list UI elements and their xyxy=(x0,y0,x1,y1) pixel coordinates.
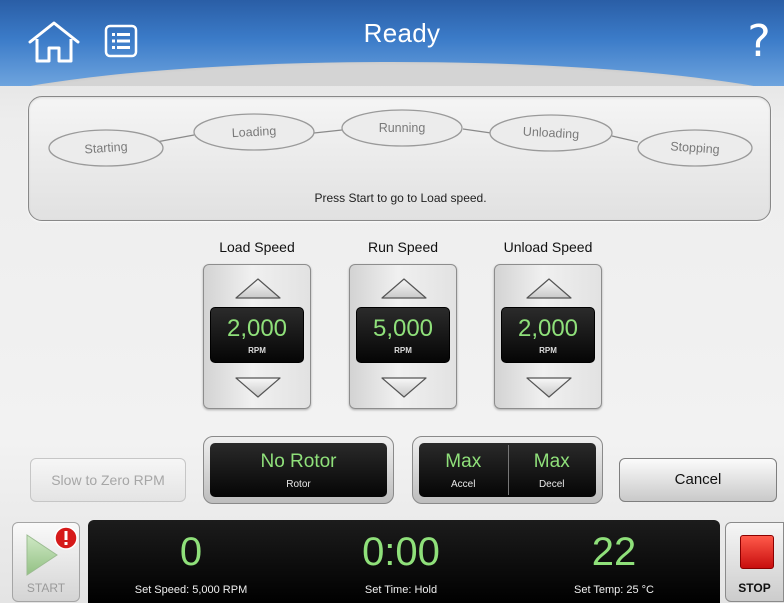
run-speed-unit: RPM xyxy=(394,346,412,355)
run-stage-panel: Starting Loading Running Unloading Stopp… xyxy=(28,96,771,221)
arrow-up-icon xyxy=(381,278,427,299)
rotor-label: Rotor xyxy=(286,479,311,490)
cancel-button[interactable]: Cancel xyxy=(619,458,777,502)
svg-text:Loading: Loading xyxy=(231,124,276,140)
load-speed-value: 2,000 xyxy=(226,315,288,342)
stop-label: STOP xyxy=(738,581,771,595)
current-temp-value: 22 xyxy=(591,530,637,574)
run-speed-decrease-button[interactable] xyxy=(380,375,428,399)
accel-button[interactable]: Max Accel xyxy=(419,443,508,497)
unload-speed-control: 2,000 RPM xyxy=(494,264,602,409)
stage-stopping: Stopping xyxy=(637,129,753,167)
stop-button[interactable]: STOP xyxy=(725,522,784,602)
run-speed-display[interactable]: 5,000 RPM xyxy=(356,307,450,363)
accel-value: Max xyxy=(445,451,482,472)
load-speed-increase-button[interactable] xyxy=(234,277,282,301)
load-speed-label: Load Speed xyxy=(219,239,295,255)
svg-text:Running: Running xyxy=(379,121,426,135)
accel-decel-frame: Max Accel Max Decel xyxy=(412,436,603,504)
accel-decel-panel: Max Accel Max Decel xyxy=(419,443,596,497)
decel-button[interactable]: Max Decel xyxy=(508,443,597,497)
rotor-button[interactable]: No Rotor Rotor xyxy=(210,443,387,497)
help-button[interactable]: ? xyxy=(742,16,776,68)
start-label: START xyxy=(26,581,66,595)
accel-label: Accel xyxy=(451,479,476,490)
start-button[interactable]: START xyxy=(12,522,80,602)
stop-icon xyxy=(740,535,774,569)
home-icon xyxy=(28,21,80,63)
set-temp-label: Set Temp: 25 °C xyxy=(573,584,654,596)
run-speed-label: Run Speed xyxy=(367,239,439,255)
load-speed-unit: RPM xyxy=(248,346,266,355)
load-speed-display[interactable]: 2,000 RPM xyxy=(210,307,304,363)
run-speed-value: 5,000 xyxy=(372,315,434,342)
stage-hint-text: Press Start to go to Load speed. xyxy=(314,191,487,205)
header-curve xyxy=(0,62,784,86)
decel-label: Decel xyxy=(538,479,565,490)
arrow-down-icon xyxy=(526,377,572,398)
stage-starting: Starting xyxy=(48,129,164,167)
arrow-up-icon xyxy=(526,278,572,299)
svg-text:Unloading: Unloading xyxy=(523,125,580,142)
load-speed-control: 2,000 RPM xyxy=(203,264,311,409)
stage-diagram: Starting Loading Running Unloading Stopp… xyxy=(48,109,753,167)
page-title: Ready xyxy=(363,18,441,48)
stage-running: Running xyxy=(341,109,463,147)
arrow-up-icon xyxy=(235,278,281,299)
home-button[interactable] xyxy=(26,20,82,64)
help-icon: ? xyxy=(747,16,771,67)
menu-button[interactable] xyxy=(104,24,138,58)
unload-speed-value: 2,000 xyxy=(517,315,579,342)
arrow-down-icon xyxy=(381,377,427,398)
unload-speed-decrease-button[interactable] xyxy=(525,375,573,399)
rotor-button-frame: No Rotor Rotor xyxy=(203,436,394,504)
decel-value: Max xyxy=(533,451,570,472)
list-icon xyxy=(104,24,138,58)
unload-speed-display[interactable]: 2,000 RPM xyxy=(501,307,595,363)
slow-to-zero-button[interactable]: Slow to Zero RPM xyxy=(30,458,186,502)
run-speed-control: 5,000 RPM xyxy=(349,264,457,409)
run-speed-increase-button[interactable] xyxy=(380,277,428,301)
unload-speed-unit: RPM xyxy=(539,346,557,355)
current-speed-value: 0 xyxy=(179,530,203,574)
alert-badge-icon xyxy=(54,526,78,550)
title-bar: Ready ? xyxy=(0,0,784,86)
stage-unloading: Unloading xyxy=(489,114,613,152)
rotor-value: No Rotor xyxy=(260,451,337,472)
set-time-label: Set Time: Hold xyxy=(364,584,438,596)
set-speed-label: Set Speed: 5,000 RPM xyxy=(134,584,248,596)
stage-loading: Loading xyxy=(193,113,315,151)
unload-speed-label: Unload Speed xyxy=(503,239,593,255)
arrow-down-icon xyxy=(235,377,281,398)
unload-speed-increase-button[interactable] xyxy=(525,277,573,301)
elapsed-time-value: 0:00 xyxy=(362,530,440,574)
load-speed-decrease-button[interactable] xyxy=(234,375,282,399)
run-status-bar: 0 Set Speed: 5,000 RPM 0:00 Set Time: Ho… xyxy=(88,520,720,603)
